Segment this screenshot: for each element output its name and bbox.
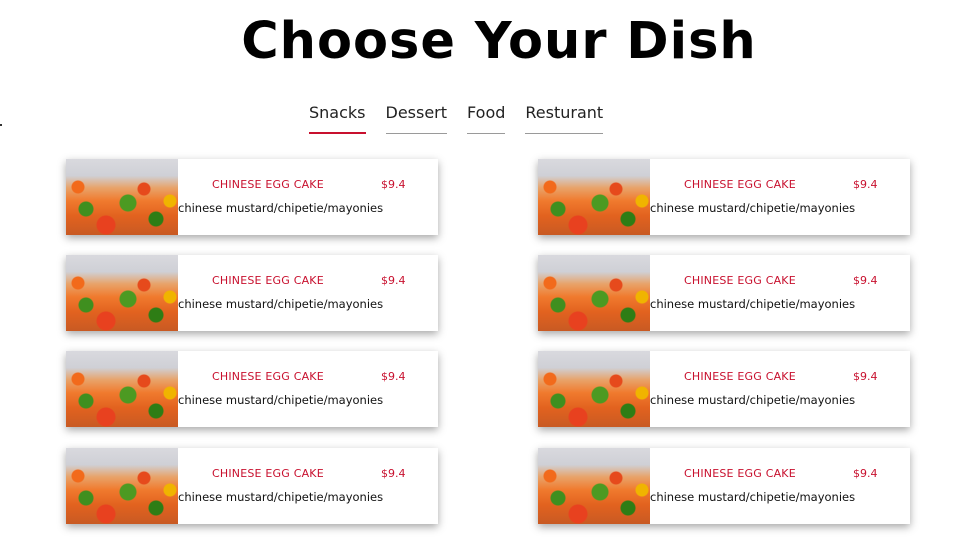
- dish-name: CHINESE EGG CAKE: [684, 274, 796, 287]
- dish-image: [66, 448, 178, 524]
- dish-image: [538, 448, 650, 524]
- dish-image: [538, 159, 650, 235]
- dish-card[interactable]: CHINESE EGG CAKE $9.4 chinese mustard/ch…: [538, 255, 910, 331]
- dish-price: $9.4: [853, 370, 878, 383]
- dish-price: $9.4: [381, 178, 406, 191]
- dish-description: chinese mustard/chipetie/mayonies: [650, 201, 856, 215]
- dish-description: chinese mustard/chipetie/mayonies: [650, 490, 856, 504]
- dish-description: chinese mustard/chipetie/mayonies: [178, 490, 384, 504]
- tab-snacks[interactable]: Snacks: [309, 102, 366, 134]
- tab-dessert[interactable]: Dessert: [385, 102, 448, 134]
- dish-description: chinese mustard/chipetie/mayonies: [178, 297, 384, 311]
- dish-card[interactable]: CHINESE EGG CAKE $9.4 chinese mustard/ch…: [66, 351, 438, 427]
- page-title: Choose Your Dish: [241, 12, 757, 71]
- dish-card[interactable]: CHINESE EGG CAKE $9.4 chinese mustard/ch…: [66, 159, 438, 235]
- dish-name: CHINESE EGG CAKE: [212, 274, 324, 287]
- dish-card[interactable]: CHINESE EGG CAKE $9.4 chinese mustard/ch…: [66, 448, 438, 524]
- dish-image: [66, 351, 178, 427]
- dish-price: $9.4: [381, 467, 406, 480]
- dish-name: CHINESE EGG CAKE: [684, 370, 796, 383]
- dish-description: chinese mustard/chipetie/mayonies: [178, 393, 384, 407]
- tab-resturant[interactable]: Resturant: [525, 102, 604, 134]
- dish-description: chinese mustard/chipetie/mayonies: [650, 393, 856, 407]
- dish-image: [538, 351, 650, 427]
- stray-dot: [0, 124, 2, 126]
- dish-name: CHINESE EGG CAKE: [684, 467, 796, 480]
- menu-page: Choose Your Dish Snacks Dessert Food Res…: [0, 0, 961, 554]
- dish-name: CHINESE EGG CAKE: [212, 467, 324, 480]
- dish-price: $9.4: [381, 370, 406, 383]
- dish-image: [538, 255, 650, 331]
- category-tabs: Snacks Dessert Food Resturant: [309, 102, 604, 134]
- dish-description: chinese mustard/chipetie/mayonies: [178, 201, 384, 215]
- dish-price: $9.4: [381, 274, 406, 287]
- dish-card[interactable]: CHINESE EGG CAKE $9.4 chinese mustard/ch…: [538, 448, 910, 524]
- dish-price: $9.4: [853, 178, 878, 191]
- dish-image: [66, 255, 178, 331]
- tab-food[interactable]: Food: [467, 102, 506, 134]
- dish-card[interactable]: CHINESE EGG CAKE $9.4 chinese mustard/ch…: [538, 159, 910, 235]
- dish-name: CHINESE EGG CAKE: [212, 370, 324, 383]
- dish-card[interactable]: CHINESE EGG CAKE $9.4 chinese mustard/ch…: [538, 351, 910, 427]
- dish-price: $9.4: [853, 274, 878, 287]
- dish-price: $9.4: [853, 467, 878, 480]
- dish-description: chinese mustard/chipetie/mayonies: [650, 297, 856, 311]
- dish-name: CHINESE EGG CAKE: [212, 178, 324, 191]
- dish-image: [66, 159, 178, 235]
- dish-name: CHINESE EGG CAKE: [684, 178, 796, 191]
- dish-card[interactable]: CHINESE EGG CAKE $9.4 chinese mustard/ch…: [66, 255, 438, 331]
